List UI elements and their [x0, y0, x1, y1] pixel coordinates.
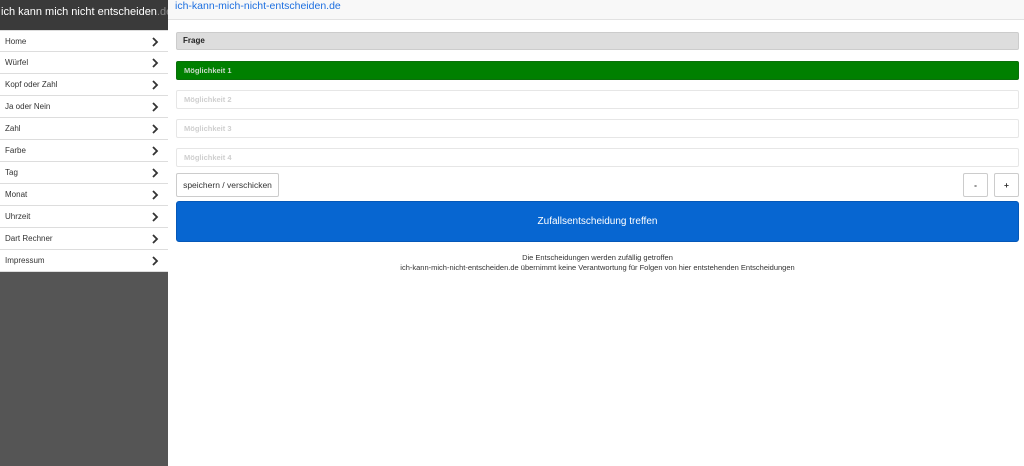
disclaimer-line-1: Die Entscheidungen werden zufällig getro… [522, 253, 673, 262]
sidebar-item-label: Monat [5, 190, 28, 199]
option-field-3[interactable]: Möglichkeit 3 [176, 119, 1019, 138]
save-share-button[interactable]: speichern / verschicken [176, 173, 279, 197]
sidebar-item-label: Farbe [5, 146, 26, 155]
disclaimer-line-2: ich-kann-mich-nicht-entscheiden.de übern… [400, 263, 795, 272]
sidebar-item-dart-rechner[interactable]: Dart Rechner [0, 228, 168, 250]
question-field[interactable]: Frage [176, 32, 1019, 50]
chevron-right-icon [152, 80, 159, 90]
chevron-right-icon [152, 256, 159, 266]
sidebar-item-tag[interactable]: Tag [0, 162, 168, 184]
chevron-right-icon [152, 58, 159, 68]
sidebar-item-kopf-oder-zahl[interactable]: Kopf oder Zahl [0, 74, 168, 96]
brand-name: ich kann mich nicht entscheiden [1, 6, 157, 18]
decision-form: Frage Möglichkeit 1 Möglichkeit 2 Möglic… [176, 32, 1019, 273]
sidebar-item-label: Uhrzeit [5, 212, 31, 221]
sidebar-item-zahl[interactable]: Zahl [0, 118, 168, 140]
sidebar-item-monat[interactable]: Monat [0, 184, 168, 206]
add-option-button[interactable]: + [994, 173, 1019, 197]
chevron-right-icon [152, 168, 159, 178]
sidebar-menu: Home Würfel Kopf oder Zahl Ja oder Nein … [0, 30, 168, 272]
chevron-right-icon [152, 190, 159, 200]
sidebar-item-label: Impressum [5, 256, 45, 265]
chevron-right-icon [152, 146, 159, 156]
chevron-right-icon [152, 37, 159, 47]
chevron-right-icon [152, 124, 159, 134]
brand-tld: .de [156, 6, 168, 18]
sidebar-item-ja-oder-nein[interactable]: Ja oder Nein [0, 96, 168, 118]
top-bar: ich-kann-mich-nicht-entscheiden.de [168, 0, 1024, 20]
sidebar-item-label: Zahl [5, 124, 21, 133]
option-field-2[interactable]: Möglichkeit 2 [176, 90, 1019, 109]
sidebar-item-label: Dart Rechner [5, 234, 53, 243]
sidebar-item-farbe[interactable]: Farbe [0, 140, 168, 162]
random-decision-button[interactable]: Zufallsentscheidung treffen [176, 201, 1019, 242]
chevron-right-icon [152, 212, 159, 222]
option-field-1[interactable]: Möglichkeit 1 [176, 61, 1019, 80]
sidebar-item-uhrzeit[interactable]: Uhrzeit [0, 206, 168, 228]
sidebar-item-label: Tag [5, 168, 18, 177]
site-link[interactable]: ich-kann-mich-nicht-entscheiden.de [175, 0, 341, 12]
chevron-right-icon [152, 102, 159, 112]
sidebar-item-home[interactable]: Home [0, 30, 168, 52]
chevron-right-icon [152, 234, 159, 244]
sidebar: ich kann mich nicht entscheiden.de Home … [0, 0, 168, 466]
sidebar-item-label: Würfel [5, 58, 29, 67]
disclaimer: Die Entscheidungen werden zufällig getro… [176, 253, 1019, 273]
sidebar-item-wuerfel[interactable]: Würfel [0, 52, 168, 74]
sidebar-item-label: Home [5, 37, 27, 46]
option-field-4[interactable]: Möglichkeit 4 [176, 148, 1019, 167]
form-controls: speichern / verschicken - + [176, 173, 1019, 197]
sidebar-item-label: Kopf oder Zahl [5, 80, 58, 89]
brand-title[interactable]: ich kann mich nicht entscheiden.de [0, 0, 168, 30]
sidebar-item-label: Ja oder Nein [5, 102, 51, 111]
sidebar-item-impressum[interactable]: Impressum [0, 250, 168, 272]
remove-option-button[interactable]: - [963, 173, 988, 197]
